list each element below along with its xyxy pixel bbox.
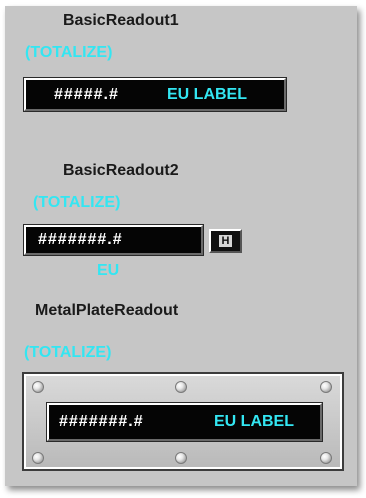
metal-plate-display[interactable]: #######.# EU LABEL <box>46 402 323 442</box>
screw-icon <box>320 381 332 393</box>
basic-readout-1-title: BasicReadout1 <box>63 12 179 29</box>
basic-readout-2-title: BasicReadout2 <box>63 162 179 179</box>
basic-readout-1-value: #####.# <box>54 85 119 103</box>
basic-readout-1-display[interactable]: #####.# EU LABEL <box>23 77 287 112</box>
readout-panel: BasicReadout1 (TOTALIZE) #####.# EU LABE… <box>5 6 357 486</box>
basic-readout-2-totalize-label: (TOTALIZE) <box>33 194 121 211</box>
basic-readout-2-eu-label: EU <box>97 262 120 279</box>
screw-icon <box>175 381 187 393</box>
screw-icon <box>175 452 187 464</box>
basic-readout-2-display[interactable]: #######.# <box>23 224 204 256</box>
screw-icon <box>32 381 44 393</box>
screw-icon <box>32 452 44 464</box>
h-button[interactable]: H <box>209 229 242 253</box>
metal-plate: #######.# EU LABEL <box>22 372 344 471</box>
basic-readout-1-totalize-label: (TOTALIZE) <box>25 44 113 61</box>
metal-plate-totalize-label: (TOTALIZE) <box>24 344 112 361</box>
metal-plate-value: #######.# <box>59 413 144 430</box>
page: BasicReadout1 (TOTALIZE) #####.# EU LABE… <box>0 0 366 498</box>
screw-icon <box>320 452 332 464</box>
basic-readout-1-eu-label: EU LABEL <box>167 85 247 103</box>
metal-plate-eu-label: EU LABEL <box>214 413 294 430</box>
h-button-label: H <box>219 235 232 247</box>
basic-readout-2-value: #######.# <box>38 231 123 248</box>
metal-plate-readout-title: MetalPlateReadout <box>35 302 179 319</box>
